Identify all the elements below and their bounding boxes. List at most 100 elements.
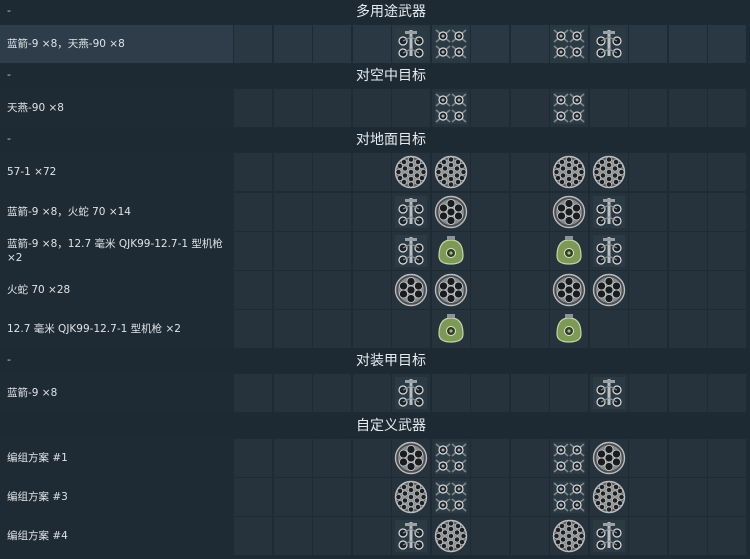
empty-slot[interactable] [629, 193, 667, 231]
empty-slot[interactable] [471, 310, 509, 348]
weapon-slot[interactable] [392, 193, 430, 231]
empty-slot[interactable] [274, 271, 312, 309]
empty-slot[interactable] [234, 439, 272, 477]
empty-slot[interactable] [629, 517, 667, 555]
empty-slot[interactable] [708, 517, 746, 555]
empty-slot[interactable] [234, 193, 272, 231]
weapon-slot[interactable] [432, 232, 470, 270]
empty-slot[interactable] [392, 89, 430, 127]
weapon-slot[interactable] [432, 193, 470, 231]
empty-slot[interactable] [708, 25, 746, 63]
empty-slot[interactable] [234, 25, 272, 63]
empty-slot[interactable] [511, 310, 549, 348]
empty-slot[interactable] [313, 439, 351, 477]
empty-slot[interactable] [708, 193, 746, 231]
empty-slot[interactable] [511, 517, 549, 555]
empty-slot[interactable] [669, 439, 707, 477]
loadout-row[interactable]: 蓝箭-9 ×8，火蛇 70 ×14 [0, 193, 750, 232]
empty-slot[interactable] [550, 374, 588, 412]
weapon-slot[interactable] [550, 517, 588, 555]
weapon-slot[interactable] [392, 25, 430, 63]
empty-slot[interactable] [471, 439, 509, 477]
empty-slot[interactable] [669, 374, 707, 412]
empty-slot[interactable] [669, 517, 707, 555]
weapon-slot[interactable] [432, 25, 470, 63]
loadout-row[interactable]: 57-1 ×72 [0, 153, 750, 192]
empty-slot[interactable] [353, 310, 391, 348]
weapon-slot[interactable] [550, 439, 588, 477]
empty-slot[interactable] [274, 25, 312, 63]
empty-slot[interactable] [392, 310, 430, 348]
empty-slot[interactable] [669, 193, 707, 231]
empty-slot[interactable] [471, 89, 509, 127]
empty-slot[interactable] [313, 310, 351, 348]
empty-slot[interactable] [353, 478, 391, 516]
empty-slot[interactable] [313, 271, 351, 309]
empty-slot[interactable] [669, 89, 707, 127]
weapon-slot[interactable] [392, 153, 430, 191]
weapon-slot[interactable] [550, 153, 588, 191]
weapon-slot[interactable] [392, 517, 430, 555]
empty-slot[interactable] [353, 89, 391, 127]
empty-slot[interactable] [511, 193, 549, 231]
empty-slot[interactable] [234, 89, 272, 127]
weapon-slot[interactable] [432, 439, 470, 477]
empty-slot[interactable] [511, 89, 549, 127]
empty-slot[interactable] [353, 374, 391, 412]
loadout-row[interactable]: 火蛇 70 ×28 [0, 271, 750, 310]
empty-slot[interactable] [590, 89, 628, 127]
empty-slot[interactable] [353, 232, 391, 270]
weapon-slot[interactable] [432, 517, 470, 555]
weapon-slot[interactable] [432, 478, 470, 516]
weapon-slot[interactable] [590, 439, 628, 477]
weapon-slot[interactable] [550, 25, 588, 63]
loadout-row[interactable]: 编组方案 #4 [0, 517, 750, 556]
empty-slot[interactable] [629, 153, 667, 191]
weapon-slot[interactable] [590, 153, 628, 191]
empty-slot[interactable] [274, 232, 312, 270]
loadout-row[interactable]: 天燕-90 ×8 [0, 89, 750, 128]
weapon-slot[interactable] [392, 232, 430, 270]
empty-slot[interactable] [708, 232, 746, 270]
weapon-slot[interactable] [550, 271, 588, 309]
empty-slot[interactable] [353, 271, 391, 309]
empty-slot[interactable] [274, 478, 312, 516]
empty-slot[interactable] [234, 374, 272, 412]
weapon-slot[interactable] [392, 439, 430, 477]
weapon-slot[interactable] [550, 478, 588, 516]
empty-slot[interactable] [234, 232, 272, 270]
empty-slot[interactable] [471, 232, 509, 270]
empty-slot[interactable] [511, 439, 549, 477]
empty-slot[interactable] [313, 25, 351, 63]
empty-slot[interactable] [629, 374, 667, 412]
empty-slot[interactable] [669, 271, 707, 309]
empty-slot[interactable] [708, 374, 746, 412]
empty-slot[interactable] [471, 517, 509, 555]
empty-slot[interactable] [669, 153, 707, 191]
empty-slot[interactable] [274, 439, 312, 477]
empty-slot[interactable] [353, 517, 391, 555]
empty-slot[interactable] [353, 193, 391, 231]
empty-slot[interactable] [511, 25, 549, 63]
empty-slot[interactable] [669, 478, 707, 516]
empty-slot[interactable] [471, 193, 509, 231]
empty-slot[interactable] [313, 89, 351, 127]
weapon-slot[interactable] [392, 271, 430, 309]
empty-slot[interactable] [353, 153, 391, 191]
weapon-slot[interactable] [550, 193, 588, 231]
empty-slot[interactable] [471, 25, 509, 63]
empty-slot[interactable] [708, 153, 746, 191]
empty-slot[interactable] [708, 478, 746, 516]
empty-slot[interactable] [590, 310, 628, 348]
empty-slot[interactable] [353, 439, 391, 477]
empty-slot[interactable] [669, 310, 707, 348]
loadout-row[interactable]: 编组方案 #1 [0, 439, 750, 478]
weapon-slot[interactable] [590, 271, 628, 309]
empty-slot[interactable] [708, 89, 746, 127]
empty-slot[interactable] [629, 439, 667, 477]
empty-slot[interactable] [313, 478, 351, 516]
empty-slot[interactable] [471, 153, 509, 191]
empty-slot[interactable] [313, 517, 351, 555]
weapon-slot[interactable] [432, 153, 470, 191]
empty-slot[interactable] [511, 374, 549, 412]
